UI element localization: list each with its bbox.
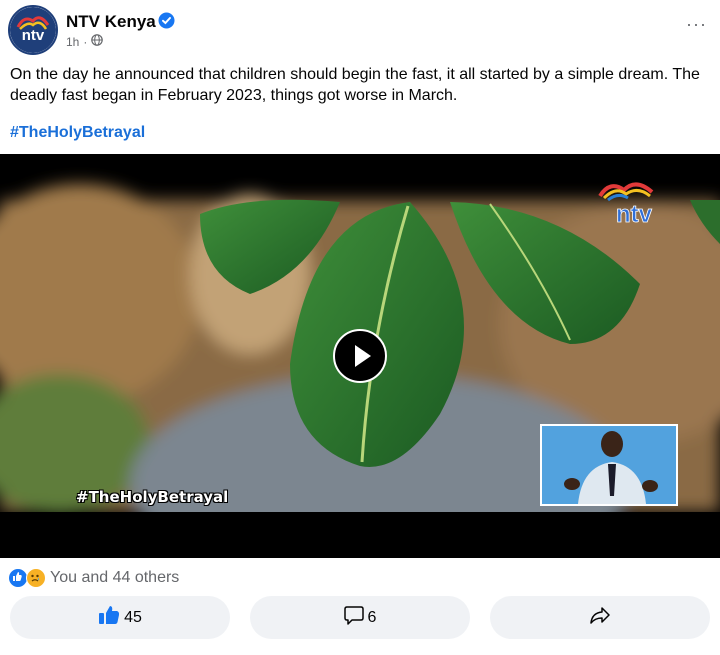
video-player[interactable]: ntv #TheHolyBetrayal — [0, 154, 720, 558]
page-name[interactable]: NTV Kenya — [66, 12, 156, 32]
sign-language-interpreter-inset — [540, 424, 678, 506]
comment-icon — [343, 605, 364, 630]
share-button[interactable] — [490, 596, 710, 639]
like-button[interactable]: 45 — [10, 596, 230, 639]
like-count: 45 — [124, 608, 142, 626]
comment-button[interactable]: 6 — [250, 596, 470, 639]
like-reaction-icon — [8, 568, 28, 588]
svg-text:ntv: ntv — [22, 27, 45, 44]
globe-icon — [91, 34, 104, 49]
play-icon[interactable] — [333, 329, 387, 383]
hashtag-link[interactable]: #TheHolyBetrayal — [10, 124, 145, 142]
post-actions: 45 6 — [10, 596, 710, 639]
post-text: On the day he announced that children sh… — [10, 66, 700, 104]
video-hashtag-overlay: #TheHolyBetrayal — [76, 488, 229, 506]
reactions-summary[interactable]: You and 44 others — [8, 568, 179, 588]
post-header: ntv NTV Kenya 1h · ··· — [0, 0, 720, 60]
post-time[interactable]: 1h — [66, 35, 79, 49]
ntv-watermark-logo: ntv — [596, 178, 672, 226]
reactions-summary-text: You and 44 others — [50, 569, 180, 586]
sad-reaction-icon — [26, 568, 46, 588]
share-icon — [590, 605, 610, 630]
post-meta: 1h · — [66, 34, 104, 49]
page-avatar[interactable]: ntv — [8, 5, 58, 55]
thumbs-up-icon — [98, 605, 120, 630]
ntv-logo-text: ntv — [616, 201, 653, 226]
comment-count: 6 — [367, 608, 377, 626]
meta-separator: · — [83, 34, 88, 49]
verified-badge-icon — [158, 12, 175, 29]
more-options-icon[interactable]: ··· — [686, 14, 707, 35]
